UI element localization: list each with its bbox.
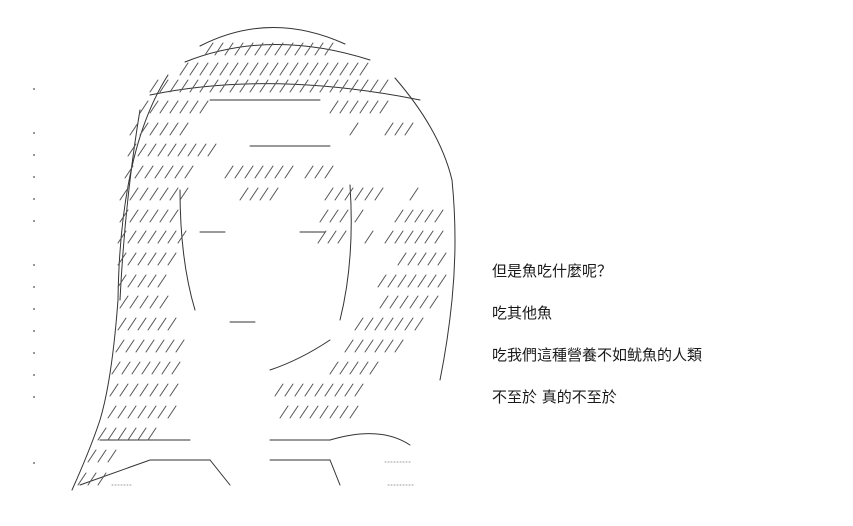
shoulder-right bbox=[269, 459, 341, 486]
cloth-curve bbox=[329, 433, 411, 446]
hair-outer-left bbox=[71, 74, 169, 491]
hair-top-curve-2 bbox=[184, 44, 371, 63]
face-right bbox=[339, 184, 352, 321]
chin bbox=[269, 339, 331, 371]
dialogue-line: 吃其他魚 bbox=[492, 304, 553, 322]
shoulder-left bbox=[79, 459, 231, 486]
face-left bbox=[179, 189, 196, 311]
dialogue-line: 吃我們這種營養不如鱿魚的人類 bbox=[492, 346, 703, 364]
ascii-art-figure bbox=[0, 0, 480, 526]
hair-outer-right bbox=[394, 77, 456, 381]
ascii-art-drawing bbox=[71, 27, 456, 491]
dialogue-block: 但是魚吃什麼呢？ 吃其他魚 吃我們這種營養不如鱿魚的人類 不至於 真的不至於 bbox=[492, 262, 842, 428]
hair-inner-left bbox=[119, 109, 141, 301]
dialogue-line: 不至於 真的不至於 bbox=[492, 388, 617, 406]
margin-dots bbox=[33, 88, 41, 478]
dialogue-line: 但是魚吃什麼呢？ bbox=[492, 262, 613, 280]
